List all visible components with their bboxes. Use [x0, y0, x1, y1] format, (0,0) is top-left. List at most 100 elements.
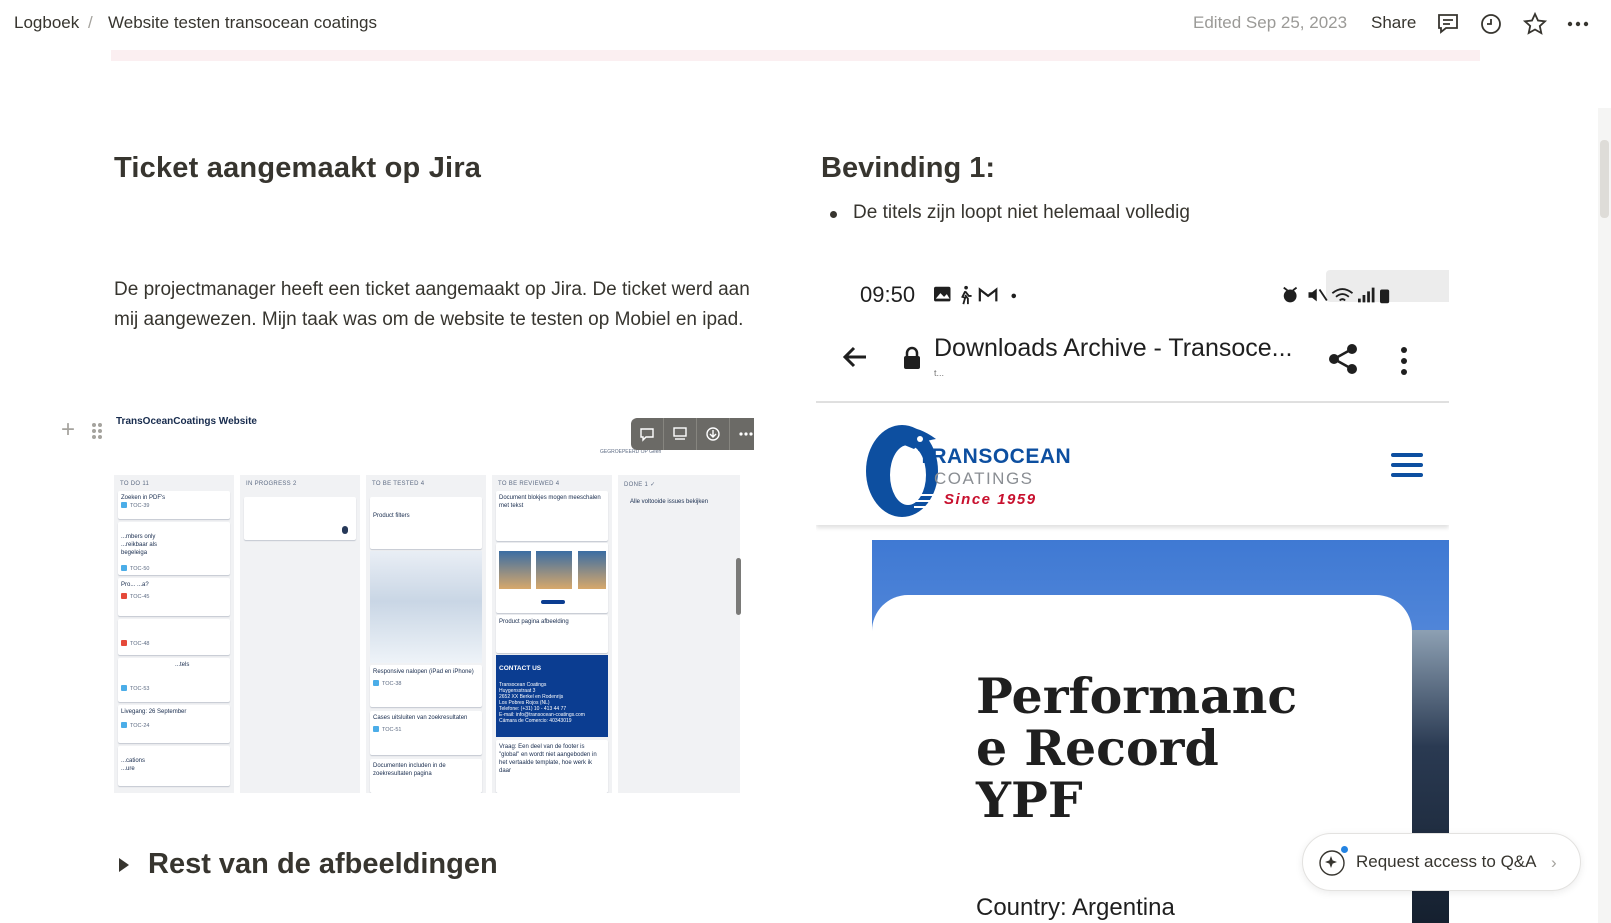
toggle-triangle-icon[interactable]	[119, 858, 129, 872]
contact-us-lines: Transocean Coatings Huygensstraat 3 2652…	[499, 682, 585, 724]
jira-card-key: TOC-45	[130, 594, 150, 600]
jira-card: Product filters	[370, 497, 482, 549]
jira-card-text: Document blokjes mogen meeschalen met te…	[499, 495, 601, 509]
logo-text-since: Since 1959	[944, 491, 1037, 508]
jira-card: Document blokjes mogen meeschalen met te…	[496, 491, 608, 541]
jira-card	[496, 543, 608, 613]
breadcrumb-separator: /	[88, 13, 93, 32]
back-arrow-icon[interactable]	[840, 342, 870, 372]
jira-card-text: Livegang: 26 September	[121, 709, 187, 715]
image-scrollbar[interactable]	[736, 558, 741, 615]
caption-icon[interactable]	[664, 418, 697, 450]
jira-column-header: TO BE REVIEWED 4	[498, 481, 560, 487]
share-icon[interactable]	[1326, 342, 1360, 376]
contact-us-block: CONTACT US Transocean Coatings Huygensst…	[496, 655, 608, 737]
jira-card: ...cations ...ure	[118, 746, 230, 786]
site-header: TRANSOCEAN COATINGS Since 1959	[816, 403, 1449, 525]
jira-card-text: Cases uitsluiten van zoekresultaten	[373, 715, 468, 721]
jira-card-text: Documenten includen in de zoekresultaten…	[373, 763, 446, 777]
favorite-star-icon[interactable]	[1522, 11, 1548, 37]
jira-card: Pro... ...a? TOC-45	[118, 578, 230, 616]
jira-card: TOC-48	[118, 619, 230, 655]
bullet-dot	[830, 211, 837, 218]
jira-column-done: DONE 1 ✓ Alle voltooide issues bekijken	[618, 475, 740, 793]
lock-icon	[904, 346, 920, 369]
jira-card-key: TOC-48	[130, 641, 150, 647]
view-done-issues-link: Alle voltooide issues bekijken	[630, 499, 709, 505]
jira-board-image: TransOceanCoatings Website GEGROEPEERD O…	[114, 405, 754, 793]
performance-record-title: Performanc e Record YPF	[976, 667, 1298, 829]
topbar: Logboek / Website testen transocean coat…	[0, 0, 1611, 48]
heading-bevinding: Bevinding 1:	[821, 152, 996, 184]
thumbnail-offshore-platform	[536, 551, 572, 589]
logo-text-coatings: COATINGS	[934, 469, 1034, 488]
page-scrollbar[interactable]	[1598, 108, 1611, 923]
browser-menu-icon[interactable]	[1399, 346, 1409, 376]
jira-card-text: Product filters	[373, 513, 410, 519]
status-notification-icons	[934, 285, 1017, 305]
thumbnail-button	[541, 600, 565, 604]
jira-card-text: Zoeken in PDF's	[121, 495, 166, 501]
download-icon[interactable]	[697, 418, 730, 450]
logo-text-transocean: TRANSOCEAN	[918, 445, 1072, 468]
jira-card: ...tels TOC-53	[118, 658, 230, 702]
jira-card: ...mbers only ...reikbaar als begeleiga …	[118, 522, 230, 575]
request-qa-button[interactable]: Request access to Q&A ›	[1302, 833, 1581, 891]
assignee-avatar	[342, 526, 348, 534]
callout-block-edge	[111, 50, 1480, 61]
jira-card-text: Responsive nalopen (iPad en iPhone)	[373, 669, 474, 675]
jira-card-key: TOC-51	[382, 727, 402, 733]
page-scrollbar-thumb[interactable]	[1600, 140, 1609, 218]
heading-ticket: Ticket aangemaakt op Jira	[114, 152, 482, 184]
thumbnail-offshore-rig	[499, 551, 531, 589]
mobile-screenshot: 09:50 Downloads Archive - Transoce... t.…	[816, 270, 1449, 923]
ai-sparkle-icon	[1319, 850, 1345, 876]
bullet-text: De titels zijn loopt niet helemaal volle…	[853, 202, 1190, 223]
contact-us-title: CONTACT US	[499, 665, 542, 672]
thumbnail-ship	[578, 551, 606, 589]
jira-card-key: TOC-53	[130, 686, 150, 692]
jira-column-todo: TO DO 11 Zoeken in PDF's TOC-39 ...mbers…	[114, 475, 234, 793]
toggle-heading[interactable]: Rest van de afbeeldingen	[148, 848, 498, 881]
jira-board-title: TransOceanCoatings Website	[116, 416, 257, 427]
jira-column-header: TO BE TESTED 4	[372, 481, 425, 487]
jira-card-text: Pro... ...a?	[121, 582, 149, 588]
jira-card-text: ...tels	[175, 662, 190, 668]
breadcrumb-page[interactable]: Website testen transocean coatings	[108, 13, 377, 33]
browser-url-title[interactable]: Downloads Archive - Transoce...	[934, 334, 1293, 363]
add-block-plus-icon[interactable]: +	[61, 418, 75, 442]
image-more-icon[interactable]	[730, 418, 754, 450]
jira-column-header: TO DO 11	[120, 481, 150, 487]
breadcrumb-root[interactable]: Logboek	[14, 13, 79, 33]
jira-card-key: TOC-38	[382, 681, 402, 687]
jira-card-text: ...mbers only ...reikbaar als begeleiga	[121, 534, 158, 556]
jira-card-key: TOC-39	[130, 503, 150, 509]
screenshot-thumbnail	[370, 551, 482, 663]
jira-card-key: TOC-24	[130, 723, 150, 729]
history-icon[interactable]	[1478, 11, 1504, 37]
request-qa-label: Request access to Q&A	[1356, 852, 1537, 871]
comments-icon[interactable]	[1435, 11, 1461, 37]
hamburger-menu-icon[interactable]	[1391, 453, 1423, 483]
jira-card	[244, 497, 356, 540]
jira-card-text: Vraag: Een deel van de footer is "global…	[499, 744, 597, 774]
jira-card: Product pagina afbeelding	[496, 615, 608, 653]
jira-card: Responsive nalopen (iPad en iPhone) TOC-…	[370, 665, 482, 707]
more-options-icon[interactable]	[1565, 11, 1591, 37]
phone-time: 09:50	[860, 282, 916, 307]
jira-card: Cases uitsluiten van zoekresultaten TOC-…	[370, 711, 482, 755]
jira-column-to-be-reviewed: TO BE REVIEWED 4 Document blokjes mogen …	[492, 475, 612, 793]
status-system-icons	[1283, 286, 1390, 304]
jira-card: Documenten includen in de zoekresultaten…	[370, 759, 482, 793]
jira-column-header: DONE 1 ✓	[624, 482, 656, 488]
jira-card-text: ...cations ...ure	[121, 758, 146, 772]
jira-card: Vraag: Een deel van de footer is "global…	[496, 740, 608, 793]
drag-handle-icon[interactable]	[92, 423, 104, 441]
share-button[interactable]: Share	[1371, 13, 1416, 33]
edited-timestamp: Edited Sep 25, 2023	[1193, 13, 1348, 32]
jira-column-header: IN PROGRESS 2	[246, 481, 297, 487]
jira-card-text: Product pagina afbeelding	[499, 619, 569, 625]
comment-icon[interactable]	[631, 418, 664, 450]
jira-column-in-progress: IN PROGRESS 2	[240, 475, 360, 793]
country-label: Country: Argentina	[976, 894, 1175, 921]
